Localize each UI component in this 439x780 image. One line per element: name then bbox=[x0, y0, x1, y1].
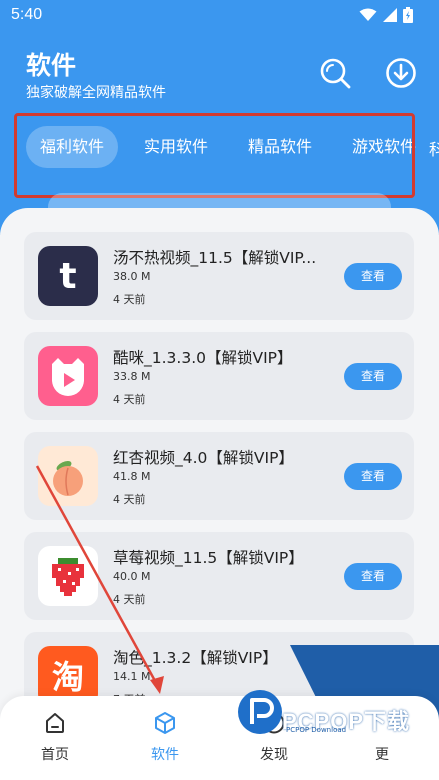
app-size: 38.0 M bbox=[113, 270, 151, 283]
app-time: 4 天前 bbox=[113, 593, 146, 606]
search-icon bbox=[320, 58, 351, 89]
app-card[interactable]: 酷咪_1.3.3.0【解锁VIP】 33.8 M 4 天前 查看 bbox=[24, 332, 414, 420]
tab-partial[interactable]: 科 bbox=[429, 136, 439, 160]
view-button[interactable]: 查看 bbox=[344, 263, 402, 290]
search-button[interactable] bbox=[318, 56, 352, 90]
app-size: 14.1 M bbox=[113, 670, 151, 683]
view-button[interactable]: 查看 bbox=[344, 563, 402, 590]
app-name: 汤不热视频_11.5【解锁VIP... bbox=[113, 249, 317, 267]
nav-label: 发现 bbox=[260, 747, 288, 763]
nav-label: 软件 bbox=[151, 747, 179, 763]
tumblr-icon: t bbox=[38, 246, 98, 306]
battery-icon bbox=[403, 7, 413, 23]
app-name: 红杏视频_4.0【解锁VIP】 bbox=[113, 449, 294, 467]
app-card[interactable]: t 汤不热视频_11.5【解锁VIP... 38.0 M 4 天前 查看 bbox=[24, 232, 414, 320]
download-button[interactable] bbox=[384, 56, 418, 90]
home-icon bbox=[42, 710, 68, 736]
app-time: 4 天前 bbox=[113, 493, 146, 506]
nav-item-software[interactable]: 软件 bbox=[135, 710, 195, 764]
app-card[interactable]: 红杏视频_4.0【解锁VIP】 41.8 M 4 天前 查看 bbox=[24, 432, 414, 520]
svg-text:t: t bbox=[59, 256, 76, 297]
app-card[interactable]: 草莓视频_11.5【解锁VIP】 40.0 M 4 天前 查看 bbox=[24, 532, 414, 620]
app-size: 33.8 M bbox=[113, 370, 151, 383]
nav-label: 首页 bbox=[41, 747, 69, 763]
app-name: 草莓视频_11.5【解锁VIP】 bbox=[113, 549, 304, 567]
app-size: 40.0 M bbox=[113, 570, 151, 583]
view-button[interactable]: 查看 bbox=[344, 363, 402, 390]
watermark-subtext: PCPOP Download bbox=[286, 726, 347, 734]
cat-play-icon bbox=[38, 346, 98, 406]
highlight-annotation-box bbox=[14, 113, 415, 198]
svg-text:淘: 淘 bbox=[52, 658, 84, 696]
page-subtitle: 独家破解全网精品软件 bbox=[26, 85, 166, 101]
status-time: 5:40 bbox=[11, 6, 43, 23]
page-title: 软件 bbox=[26, 51, 77, 80]
app-time: 4 天前 bbox=[113, 293, 146, 306]
wifi-icon bbox=[359, 8, 377, 21]
strawberry-icon bbox=[38, 546, 98, 606]
download-icon bbox=[386, 58, 416, 88]
signal-icon bbox=[383, 8, 397, 22]
cube-icon bbox=[152, 710, 178, 736]
nav-item-home[interactable]: 首页 bbox=[25, 710, 85, 764]
app-size: 41.8 M bbox=[113, 470, 151, 483]
watermark-logo bbox=[238, 690, 282, 734]
status-bar: 5:40 bbox=[0, 0, 439, 30]
app-name: 酷咪_1.3.3.0【解锁VIP】 bbox=[113, 349, 293, 367]
peach-icon bbox=[38, 446, 98, 506]
app-time: 4 天前 bbox=[113, 393, 146, 406]
app-name: 淘色_1.3.2【解锁VIP】 bbox=[113, 649, 278, 667]
nav-label: 更 bbox=[375, 747, 389, 763]
view-button[interactable]: 查看 bbox=[344, 463, 402, 490]
